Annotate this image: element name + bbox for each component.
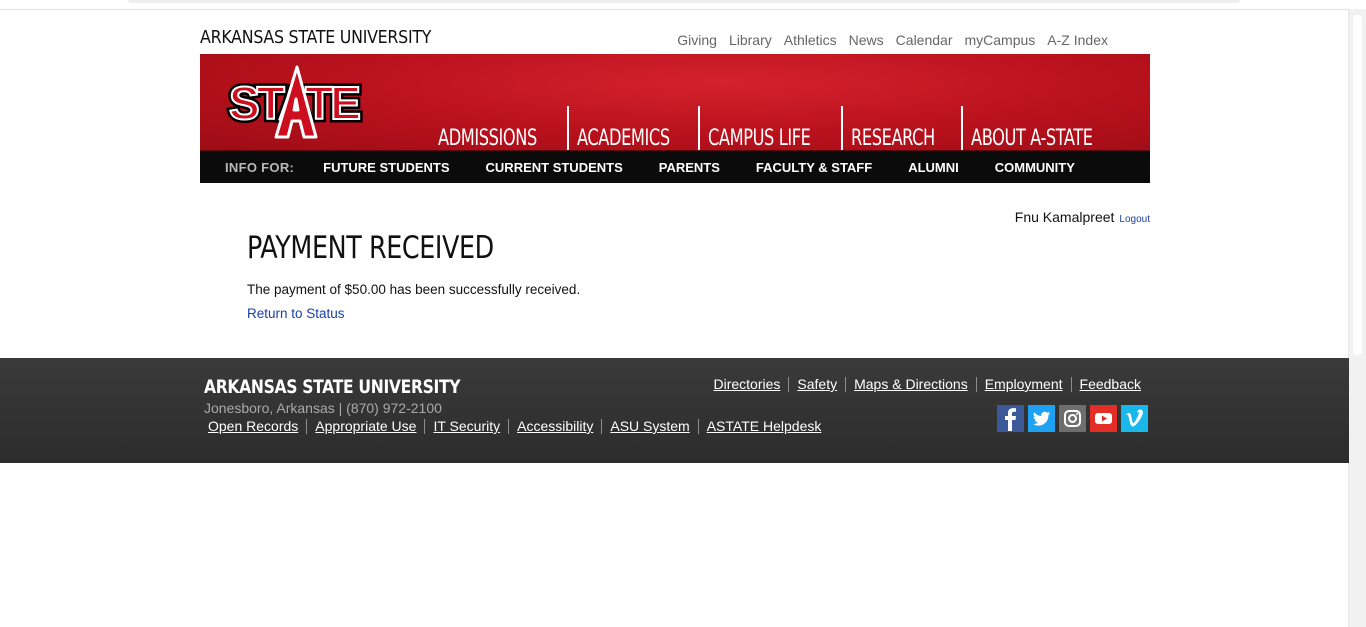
scrollbar[interactable] (1348, 9, 1366, 627)
utility-link-calendar[interactable]: Calendar (896, 32, 953, 48)
nav-academics-label: ACADEMICS (576, 126, 670, 150)
nav-academics[interactable]: ACADEMICS (569, 106, 698, 150)
nav-campus-life-label: CAMPUS LIFE (707, 126, 811, 150)
instagram-icon[interactable] (1059, 405, 1086, 432)
nav-research-label: RESEARCH (850, 126, 935, 150)
footer-divider (845, 376, 847, 392)
footer-link-open-records[interactable]: Open Records (208, 418, 298, 434)
footer-divider (1070, 376, 1072, 392)
nav-campus-life[interactable]: CAMPUS LIFE (700, 106, 841, 150)
audience-future-students[interactable]: FUTURE STUDENTS (323, 160, 449, 175)
footer-divider (508, 418, 510, 434)
browser-top-edge (0, 0, 1366, 10)
utility-link-mycampus[interactable]: myCampus (965, 32, 1036, 48)
utility-link-giving[interactable]: Giving (677, 32, 717, 48)
browser-address-bar-edge (128, 0, 1240, 3)
audience-community[interactable]: COMMUNITY (995, 160, 1075, 175)
info-for-label: INFO FOR: (225, 159, 295, 175)
footer-link-directories[interactable]: Directories (714, 376, 781, 392)
youtube-icon[interactable] (1090, 405, 1117, 432)
nav-about-label: ABOUT A-STATE (970, 126, 1093, 150)
footer-divider (424, 418, 426, 434)
user-area: Fnu Kamalpreet Logout (1015, 209, 1150, 225)
facebook-icon[interactable] (997, 405, 1024, 432)
footer-divider (975, 376, 977, 392)
audience-faculty-staff[interactable]: FACULTY & STAFF (756, 160, 872, 175)
header-banner: STATE STATE ADMISSIONS ACADEMICS CAMPUS … (200, 54, 1150, 150)
nav-about[interactable]: ABOUT A-STATE (963, 106, 1127, 150)
footer: ARKANSAS STATE UNIVERSITY Jonesboro, Ark… (0, 358, 1349, 463)
footer-link-feedback[interactable]: Feedback (1080, 376, 1141, 392)
user-name: Fnu Kamalpreet (1014, 209, 1115, 225)
footer-address: Jonesboro, Arkansas | (870) 972-2100 (204, 400, 442, 416)
footer-divider (788, 376, 790, 392)
footer-link-it-security[interactable]: IT Security (433, 418, 500, 434)
twitter-icon[interactable] (1028, 405, 1055, 432)
university-name[interactable]: ARKANSAS STATE UNIVERSITY (200, 27, 431, 48)
footer-divider (697, 418, 699, 434)
footer-links-bottom: Open Records Appropriate Use IT Security… (208, 418, 821, 434)
return-to-status-link[interactable]: Return to Status (247, 306, 345, 321)
utility-link-library[interactable]: Library (729, 32, 772, 48)
footer-link-asu-system[interactable]: ASU System (610, 418, 689, 434)
footer-links-top: Directories Safety Maps & Directions Emp… (714, 376, 1142, 392)
page-title: PAYMENT RECEIVED (247, 230, 494, 266)
footer-link-accessibility[interactable]: Accessibility (517, 418, 593, 434)
footer-link-maps-directions[interactable]: Maps & Directions (854, 376, 968, 392)
footer-university-name: ARKANSAS STATE UNIVERSITY (204, 376, 461, 398)
scrollbar-thumb[interactable] (1353, 15, 1362, 355)
utility-link-athletics[interactable]: Athletics (784, 32, 837, 48)
footer-link-appropriate-use[interactable]: Appropriate Use (315, 418, 416, 434)
logout-link[interactable]: Logout (1119, 214, 1150, 225)
footer-link-astate-helpdesk[interactable]: ASTATE Helpdesk (707, 418, 822, 434)
audience-bar: INFO FOR: FUTURE STUDENTS CURRENT STUDEN… (200, 150, 1150, 183)
utility-nav: Giving Library Athletics News Calendar m… (677, 32, 1108, 48)
payment-message: The payment of $50.00 has been successfu… (247, 282, 581, 297)
nav-admissions[interactable]: ADMISSIONS (430, 106, 567, 150)
audience-alumni[interactable]: ALUMNI (908, 160, 959, 175)
audience-parents[interactable]: PARENTS (659, 160, 720, 175)
footer-divider (306, 418, 308, 434)
footer-link-safety[interactable]: Safety (797, 376, 837, 392)
nav-admissions-label: ADMISSIONS (438, 126, 537, 150)
footer-link-employment[interactable]: Employment (985, 376, 1063, 392)
footer-divider (601, 418, 603, 434)
utility-link-news[interactable]: News (849, 32, 884, 48)
nav-research[interactable]: RESEARCH (843, 106, 961, 150)
audience-current-students[interactable]: CURRENT STUDENTS (486, 160, 623, 175)
vimeo-icon[interactable] (1121, 405, 1148, 432)
a-state-logo[interactable]: STATE STATE (224, 63, 370, 141)
social-links (997, 405, 1148, 432)
utility-link-az-index[interactable]: A-Z Index (1047, 32, 1108, 48)
main-nav: ADMISSIONS ACADEMICS CAMPUS LIFE RESEARC… (430, 104, 1127, 150)
